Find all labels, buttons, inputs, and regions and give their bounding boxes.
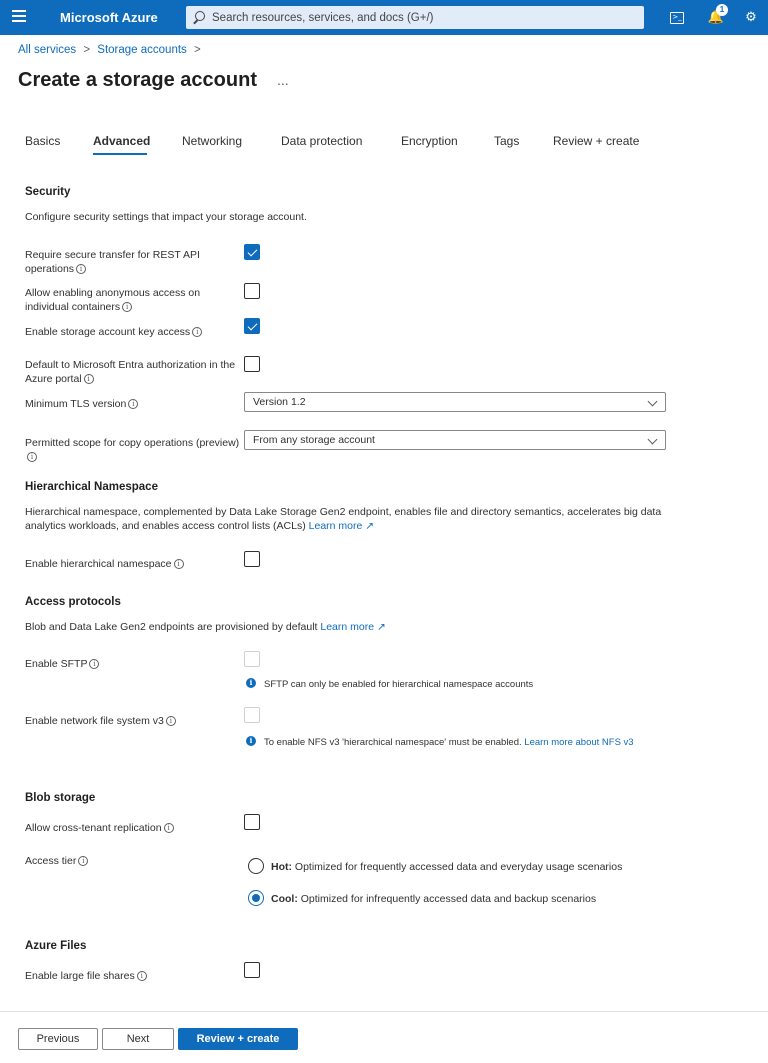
search-input[interactable]: [212, 9, 632, 26]
tier-cool-radio[interactable]: [248, 890, 264, 906]
cross-tenant-checkbox[interactable]: [244, 814, 260, 830]
info-icon[interactable]: i: [122, 302, 133, 313]
breadcrumb-storage-accounts[interactable]: Storage accounts: [97, 44, 187, 56]
sftp-checkbox[interactable]: [244, 651, 260, 667]
previous-button[interactable]: Previous: [18, 1028, 98, 1050]
external-link-icon: ↗: [365, 520, 375, 532]
tls-label: Minimum TLS version i: [25, 397, 243, 411]
tier-cool-label[interactable]: Cool: Optimized for infrequently accesse…: [271, 893, 596, 905]
chevron-down-icon: [647, 396, 658, 407]
footer-divider: [0, 1011, 768, 1012]
protocols-learn-more-link[interactable]: Learn more: [320, 621, 374, 633]
tab-data-protection[interactable]: Data protection: [281, 134, 362, 148]
security-description: Configure security settings that impact …: [25, 211, 307, 223]
info-icon[interactable]: i: [78, 856, 89, 867]
nfs-checkbox[interactable]: [244, 707, 260, 723]
review-create-button[interactable]: Review + create: [178, 1028, 298, 1050]
tab-networking[interactable]: Networking: [182, 134, 242, 148]
info-icon[interactable]: i: [165, 716, 176, 727]
protocols-heading: Access protocols: [25, 596, 121, 608]
cloud-shell-icon[interactable]: >_: [670, 12, 684, 24]
gear-icon[interactable]: ⚙: [742, 9, 760, 27]
info-icon[interactable]: i: [27, 452, 37, 463]
anonymous-access-label: Allow enabling anonymous access on indiv…: [25, 287, 201, 313]
files-heading: Azure Files: [25, 940, 87, 952]
tls-version-select[interactable]: Version 1.2: [244, 392, 666, 412]
tab-tags[interactable]: Tags: [494, 134, 519, 148]
hns-description: Hierarchical namespace, complemented by …: [25, 506, 662, 532]
entra-default-label: Default to Microsoft Entra authorization…: [25, 359, 236, 385]
info-icon[interactable]: i: [192, 327, 203, 338]
hns-enable-checkbox[interactable]: [244, 551, 260, 567]
copy-scope-label: Permitted scope for copy operations (pre…: [25, 437, 240, 463]
info-icon[interactable]: i: [173, 559, 184, 570]
hns-heading: Hierarchical Namespace: [25, 481, 158, 493]
hns-enable-label: Enable hierarchical namespace i: [25, 557, 243, 571]
page-title: Create a storage account: [18, 69, 257, 91]
nfs-note: i To enable NFS v3 'hierarchical namespac…: [246, 736, 659, 749]
active-tab-indicator: [93, 153, 147, 155]
tab-review-create[interactable]: Review + create: [553, 134, 639, 148]
tab-advanced[interactable]: Advanced: [93, 134, 150, 148]
info-icon[interactable]: i: [136, 971, 147, 982]
info-icon[interactable]: i: [89, 659, 100, 670]
copy-scope-select[interactable]: From any storage account: [244, 430, 666, 450]
sftp-note: i SFTP can only be enabled for hierarchic…: [246, 678, 533, 691]
info-icon[interactable]: i: [76, 264, 87, 275]
more-actions-button[interactable]: ...: [277, 72, 289, 88]
info-icon[interactable]: i: [83, 374, 94, 385]
tab-encryption[interactable]: Encryption: [401, 134, 458, 148]
key-access-label: Enable storage account key access i: [25, 325, 243, 339]
entra-default-checkbox[interactable]: [244, 356, 260, 372]
secure-transfer-checkbox[interactable]: [244, 244, 260, 260]
brand-name[interactable]: Microsoft Azure: [60, 10, 158, 25]
tab-basics[interactable]: Basics: [25, 134, 60, 148]
info-icon[interactable]: i: [163, 823, 174, 834]
breadcrumb-separator: >: [83, 44, 91, 56]
global-search[interactable]: [186, 6, 644, 29]
breadcrumb: All services > Storage accounts >: [18, 44, 205, 56]
info-filled-icon: i: [246, 736, 256, 746]
cross-tenant-label: Allow cross-tenant replication i: [25, 821, 243, 835]
tier-hot-radio[interactable]: [248, 858, 264, 874]
next-button[interactable]: Next: [102, 1028, 174, 1050]
protocols-description: Blob and Data Lake Gen2 endpoints are pr…: [25, 621, 386, 633]
menu-icon[interactable]: [12, 10, 26, 24]
large-shares-label: Enable large file shares i: [25, 969, 243, 983]
access-tier-label: Access tier i: [25, 854, 243, 868]
search-icon: [195, 11, 205, 21]
hns-learn-more-link[interactable]: Learn more: [309, 520, 363, 532]
external-link-icon: ↗: [377, 621, 386, 633]
sftp-label: Enable SFTP i: [25, 657, 243, 671]
blob-heading: Blob storage: [25, 792, 96, 804]
info-filled-icon: i: [246, 678, 256, 688]
key-access-checkbox[interactable]: [244, 318, 260, 334]
notification-badge: 1: [716, 4, 728, 16]
large-shares-checkbox[interactable]: [244, 962, 260, 978]
tier-hot-label[interactable]: Hot: Optimized for frequently accessed d…: [271, 861, 622, 873]
secure-transfer-label: Require secure transfer for REST API ope…: [25, 249, 200, 275]
info-icon[interactable]: i: [128, 399, 139, 410]
security-heading: Security: [25, 186, 71, 198]
nfs-learn-more-link[interactable]: Learn more about NFS v3: [524, 737, 633, 748]
chevron-down-icon: [647, 434, 658, 445]
nfs-label: Enable network file system v3 i: [25, 714, 243, 728]
breadcrumb-all-services[interactable]: All services: [18, 44, 76, 56]
anonymous-access-checkbox[interactable]: [244, 283, 260, 299]
breadcrumb-separator: >: [194, 44, 201, 56]
top-bar: Microsoft Azure >_ 🔔 1 ⚙: [0, 0, 768, 35]
